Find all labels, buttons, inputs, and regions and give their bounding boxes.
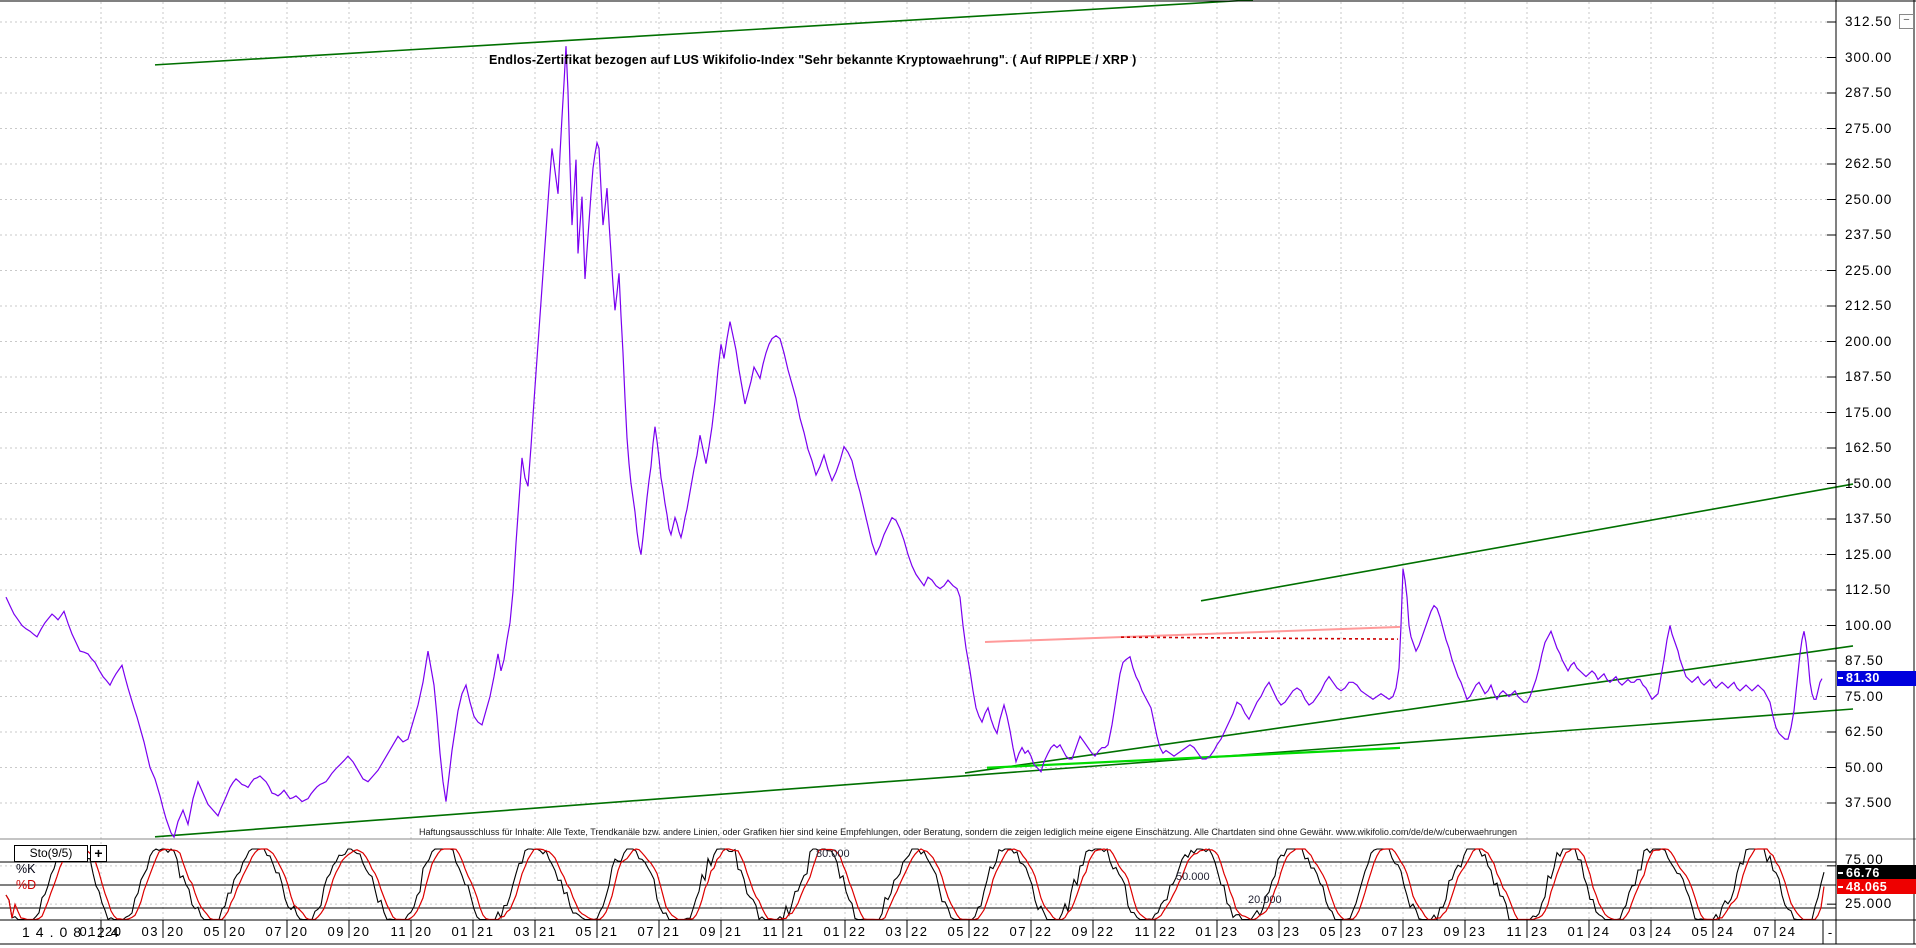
x-axis-tick-month: 05 [1691, 924, 1709, 939]
y-axis-label: 287.50 [1845, 85, 1893, 100]
x-axis-tick-month: 03 [885, 924, 903, 939]
y-axis-label: 300.00 [1845, 49, 1893, 65]
y-axis-label: 175.00 [1845, 404, 1893, 420]
x-axis-tick-month: 01 [823, 924, 841, 939]
y-axis-label: 37.500 [1845, 795, 1893, 810]
x-axis-tick-month: 05 [575, 924, 593, 939]
x-axis-tick-month: 07 [1381, 924, 1399, 939]
x-axis-tick-month: 09 [327, 924, 345, 939]
y-axis-label: 137.50 [1845, 511, 1893, 526]
x-axis-tick-month: 09 [699, 924, 717, 939]
y-axis-label: 275.00 [1845, 120, 1893, 136]
y-axis-label: 162.50 [1845, 440, 1893, 455]
stoch-d-label: %D [16, 878, 37, 892]
x-axis-tick-year: 24 [1779, 924, 1797, 939]
stoch-level-80-label: 80.000 [816, 848, 850, 860]
tick-mark [1838, 885, 1843, 888]
x-axis-tick-month: 05 [1319, 924, 1337, 939]
x-axis-tick-month: 01 [451, 924, 469, 939]
stoch-level-50-label: 50.000 [1176, 871, 1210, 883]
y-axis-label: 312.50 [1845, 14, 1893, 29]
y-axis-label: 112.50 [1845, 582, 1892, 597]
y-axis-label: 50.00 [1845, 759, 1884, 775]
y-axis-label: 237.50 [1845, 227, 1893, 242]
y-axis-label: 100.00 [1845, 617, 1893, 633]
y-axis-label: 150.00 [1845, 475, 1893, 491]
x-axis-tick-month: 01 [1195, 924, 1213, 939]
chart-title: Endlos-Zertifikat bezogen auf LUS Wikifo… [489, 53, 1137, 67]
stoch-axis-label-25: 25.000 [1845, 896, 1893, 911]
x-axis-tick-month: 11 [1506, 924, 1523, 939]
x-axis-tick-month: 11 [1134, 924, 1151, 939]
x-axis-tick-month: 11 [390, 924, 407, 939]
x-axis-tick-month: 03 [513, 924, 531, 939]
y-axis-label: 212.50 [1845, 298, 1893, 313]
x-axis-tick-month: 07 [1753, 924, 1771, 939]
stoch-d-value-tag: 48.065 [1837, 879, 1916, 895]
y-axis-label: 125.00 [1845, 546, 1893, 562]
y-axis-label: 225.00 [1845, 262, 1893, 278]
stoch-k-value: 66.76 [1846, 865, 1880, 880]
y-axis-label: 200.00 [1845, 333, 1893, 349]
y-axis-label: 62.50 [1845, 724, 1884, 739]
x-axis-tick-month: 05 [947, 924, 965, 939]
stoch-level-20-label: 20.000 [1248, 894, 1282, 906]
x-axis-tick-month: 01 [79, 924, 97, 939]
y-axis-label: 262.50 [1845, 156, 1893, 171]
x-axis-tick-month: 07 [637, 924, 655, 939]
indicator-label-button[interactable]: Sto(9/5) [14, 845, 88, 862]
x-axis-tick-month: 07 [1009, 924, 1027, 939]
y-axis-label: 87.50 [1845, 653, 1884, 668]
x-axis-tick-month: 05 [203, 924, 221, 939]
current-price-tag: 81.30 [1837, 670, 1916, 686]
x-axis-tick-month: 09 [1071, 924, 1089, 939]
tick-mark [1838, 677, 1843, 680]
tick-mark [1838, 871, 1843, 874]
y-axis-label: 75.00 [1845, 688, 1884, 704]
x-axis-tick-month: 07 [265, 924, 283, 939]
chart-window: Endlos-Zertifikat bezogen auf LUS Wikifo… [0, 0, 1916, 948]
x-axis-tick-month: 03 [1257, 924, 1275, 939]
x-axis-tick-month: 03 [141, 924, 159, 939]
x-axis-tick-month: 09 [1443, 924, 1461, 939]
stoch-k-label: %K [16, 862, 36, 876]
chart-canvas [0, 0, 1916, 945]
x-axis-tick-month: 11 [762, 924, 779, 939]
stoch-d-value: 48.065 [1846, 879, 1888, 894]
current-price-value: 81.30 [1846, 671, 1880, 686]
x-axis-tick-month: 01 [1567, 924, 1585, 939]
x-axis-tick-month: 03 [1629, 924, 1647, 939]
stoch-k-value-tag: 66.76 [1837, 865, 1916, 881]
y-axis-label: 250.00 [1845, 191, 1893, 207]
disclaimer-text: Haftungsausschluss für Inhalte: Alle Tex… [418, 827, 1518, 837]
y-axis-label: 187.50 [1845, 369, 1893, 384]
zoom-out-button[interactable]: - [1824, 925, 1836, 940]
collapse-panel-button[interactable]: − [1899, 14, 1914, 29]
add-indicator-button[interactable]: + [90, 845, 107, 862]
